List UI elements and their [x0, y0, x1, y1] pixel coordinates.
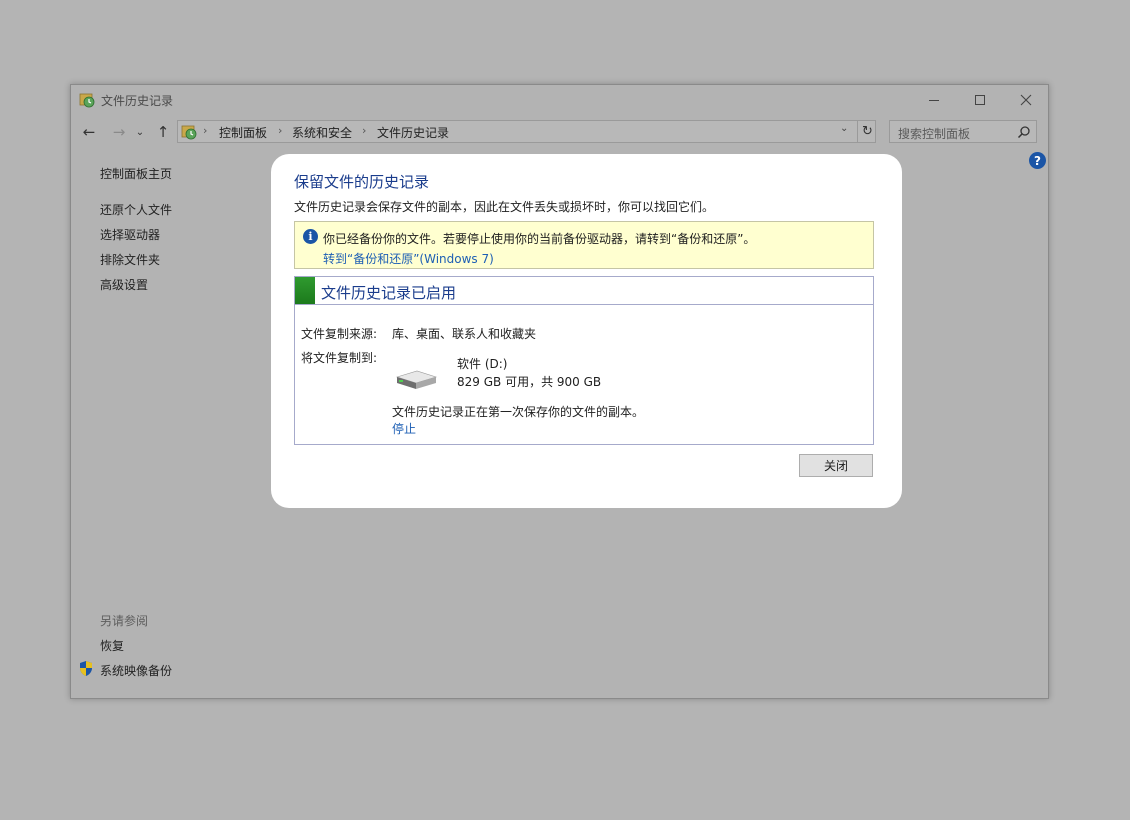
status-header: 文件历史记录已启用 — [295, 277, 873, 305]
title-bar: 文件历史记录 — [71, 85, 1048, 115]
dialog-title: 保留文件的历史记录 — [294, 173, 430, 191]
minimize-button[interactable] — [911, 85, 957, 115]
info-icon: i — [303, 229, 318, 244]
up-button[interactable]: ↑ — [153, 122, 173, 142]
sidebar-item-restore[interactable]: 还原个人文件 — [100, 201, 172, 218]
dialog-description: 文件历史记录会保存文件的副本，因此在文件丢失或损坏时，你可以找回它们。 — [294, 200, 715, 214]
maximize-button[interactable] — [957, 85, 1003, 115]
forward-button[interactable]: → — [109, 122, 129, 142]
drive-name: 软件 (D:) — [457, 357, 508, 371]
breadcrumb-separator: › — [362, 124, 367, 137]
breadcrumb-control-panel[interactable]: 控制面板 — [219, 124, 267, 141]
breadcrumb-file-history[interactable]: 文件历史记录 — [377, 124, 449, 141]
address-dropdown-button[interactable]: ⌄ — [840, 123, 848, 134]
address-bar[interactable]: › 控制面板 › 系统和安全 › 文件历史记录 ⌄ ↻ — [177, 120, 876, 143]
info-text: 你已经备份你的文件。若要停止使用你的当前备份驱动器，请转到“备份和还原”。 — [323, 232, 756, 246]
status-title: 文件历史记录已启用 — [321, 284, 457, 302]
copy-from-value: 库、桌面、联系人和收藏夹 — [392, 327, 537, 341]
copy-from-label: 文件复制来源: — [301, 327, 378, 341]
control-panel-icon — [181, 125, 197, 140]
back-button[interactable]: ← — [79, 122, 99, 142]
close-icon — [1020, 94, 1032, 106]
breadcrumb-system-security[interactable]: 系统和安全 — [292, 124, 352, 141]
shield-icon — [80, 661, 92, 676]
search-input[interactable]: 搜索控制面板 — [889, 120, 1037, 143]
minimize-icon — [929, 99, 939, 101]
breadcrumb-separator: › — [203, 124, 208, 137]
sidebar-item-home[interactable]: 控制面板主页 — [100, 165, 172, 182]
stop-link[interactable]: 停止 — [392, 420, 416, 437]
refresh-button[interactable]: ↻ — [857, 121, 877, 142]
search-icon[interactable] — [1017, 125, 1031, 139]
close-window-button[interactable] — [1003, 85, 1049, 115]
copy-to-label: 将文件复制到: — [301, 351, 378, 365]
see-also-recovery[interactable]: 恢复 — [100, 637, 124, 654]
sidebar-item-exclude-folders[interactable]: 排除文件夹 — [100, 251, 160, 268]
status-panel: 文件历史记录已启用 文件复制来源: 库、桌面、联系人和收藏夹 将文件复制到: 软… — [294, 276, 874, 445]
info-banner: i 你已经备份你的文件。若要停止使用你的当前备份驱动器，请转到“备份和还原”。 … — [294, 221, 874, 269]
backup-restore-link[interactable]: 转到“备份和还原”(Windows 7) — [323, 250, 494, 267]
recent-locations-button[interactable]: ⌄ — [134, 122, 146, 142]
see-also-heading: 另请参阅 — [100, 614, 149, 628]
close-button[interactable]: 关闭 — [799, 454, 873, 477]
breadcrumb-separator: › — [278, 124, 283, 137]
hard-drive-icon — [395, 370, 438, 389]
window-title: 文件历史记录 — [101, 94, 174, 108]
file-history-dialog: 保留文件的历史记录 文件历史记录会保存文件的副本，因此在文件丢失或损坏时，你可以… — [271, 154, 902, 508]
progress-text: 文件历史记录正在第一次保存你的文件的副本。 — [392, 405, 645, 419]
sidebar-item-select-drive[interactable]: 选择驱动器 — [100, 226, 160, 243]
maximize-icon — [975, 95, 985, 105]
file-history-icon — [79, 93, 95, 108]
sidebar-item-advanced[interactable]: 高级设置 — [100, 276, 148, 293]
see-also-system-image-backup[interactable]: 系统映像备份 — [100, 662, 172, 679]
status-indicator — [295, 277, 315, 304]
search-placeholder: 搜索控制面板 — [898, 127, 971, 141]
help-icon[interactable]: ? — [1029, 152, 1046, 169]
navigation-bar: ← → ⌄ ↑ › 控制面板 › 系统和安全 › 文件历史记录 ⌄ ↻ 搜索控制… — [71, 119, 1048, 145]
drive-space: 829 GB 可用，共 900 GB — [457, 375, 602, 389]
